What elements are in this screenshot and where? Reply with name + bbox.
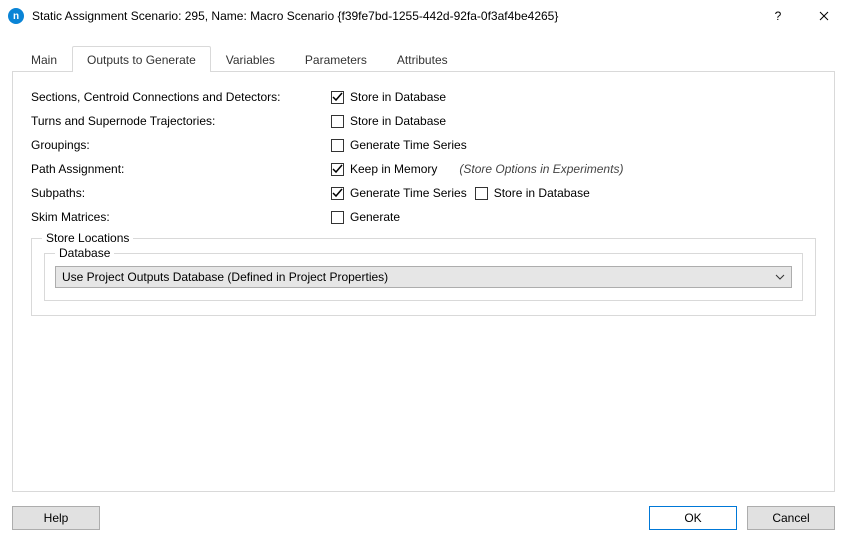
app-icon: n	[8, 8, 24, 24]
ok-button[interactable]: OK	[649, 506, 737, 530]
checkbox-box	[475, 187, 488, 200]
help-icon: ?	[775, 9, 782, 23]
group-store-locations: Store Locations Database Use Project Out…	[31, 238, 816, 316]
client-area: Main Outputs to Generate Variables Param…	[0, 32, 847, 542]
dialog-footer: Help OK Cancel	[12, 506, 835, 530]
checkbox-box	[331, 163, 344, 176]
tab-main[interactable]: Main	[16, 46, 72, 72]
tab-attributes[interactable]: Attributes	[382, 46, 463, 72]
checkbox-subpaths-generate-ts[interactable]: Generate Time Series	[331, 186, 467, 200]
tab-label: Outputs to Generate	[87, 53, 196, 67]
checkbox-box	[331, 139, 344, 152]
checkbox-label: Generate Time Series	[350, 186, 467, 200]
help-button-footer[interactable]: Help	[12, 506, 100, 530]
chevron-down-icon	[775, 272, 785, 282]
check-icon	[332, 92, 343, 103]
check-icon	[332, 188, 343, 199]
checkbox-label: Store in Database	[350, 114, 446, 128]
row-label-path-assignment: Path Assignment:	[31, 162, 331, 176]
checkbox-subpaths-store-db[interactable]: Store in Database	[475, 186, 590, 200]
tab-outputs-to-generate[interactable]: Outputs to Generate	[72, 46, 211, 72]
group-database: Database Use Project Outputs Database (D…	[44, 253, 803, 301]
row-label-groupings: Groupings:	[31, 138, 331, 152]
checkbox-path-keep-memory[interactable]: Keep in Memory	[331, 162, 437, 176]
button-label: Cancel	[772, 511, 809, 525]
tab-parameters[interactable]: Parameters	[290, 46, 382, 72]
checkbox-turns-store-db[interactable]: Store in Database	[331, 114, 446, 128]
combobox-selected: Use Project Outputs Database (Defined in…	[62, 270, 388, 284]
titlebar: n Static Assignment Scenario: 295, Name:…	[0, 0, 847, 32]
checkbox-box	[331, 91, 344, 104]
tab-bar: Main Outputs to Generate Variables Param…	[12, 44, 835, 72]
checkbox-sections-store-db[interactable]: Store in Database	[331, 90, 446, 104]
row-controls-groupings: Generate Time Series	[331, 138, 816, 152]
checkbox-label: Generate Time Series	[350, 138, 467, 152]
window-title: Static Assignment Scenario: 295, Name: M…	[32, 9, 755, 23]
row-controls-skim: Generate	[331, 210, 816, 224]
checkbox-skim-generate[interactable]: Generate	[331, 210, 400, 224]
checkbox-label: Generate	[350, 210, 400, 224]
close-button[interactable]	[801, 0, 847, 32]
path-assignment-note: (Store Options in Experiments)	[459, 162, 623, 176]
checkbox-label: Store in Database	[494, 186, 590, 200]
tab-variables[interactable]: Variables	[211, 46, 290, 72]
database-combobox[interactable]: Use Project Outputs Database (Defined in…	[55, 266, 792, 288]
help-button[interactable]: ?	[755, 0, 801, 32]
checkbox-box	[331, 187, 344, 200]
tab-label: Main	[31, 53, 57, 67]
checkbox-box	[331, 115, 344, 128]
button-label: Help	[44, 511, 69, 525]
row-label-skim: Skim Matrices:	[31, 210, 331, 224]
close-icon	[819, 11, 829, 21]
checkbox-groupings-generate-ts[interactable]: Generate Time Series	[331, 138, 467, 152]
cancel-button[interactable]: Cancel	[747, 506, 835, 530]
check-icon	[332, 164, 343, 175]
tab-label: Attributes	[397, 53, 448, 67]
row-label-sections: Sections, Centroid Connections and Detec…	[31, 90, 331, 104]
output-rows: Sections, Centroid Connections and Detec…	[31, 90, 816, 224]
row-controls-subpaths: Generate Time Series Store in Database	[331, 186, 816, 200]
row-controls-sections: Store in Database	[331, 90, 816, 104]
group-legend-database: Database	[55, 246, 114, 260]
checkbox-label: Store in Database	[350, 90, 446, 104]
checkbox-box	[331, 211, 344, 224]
button-label: OK	[684, 511, 701, 525]
row-controls-path-assignment: Keep in Memory (Store Options in Experim…	[331, 162, 816, 176]
row-controls-turns: Store in Database	[331, 114, 816, 128]
tab-label: Variables	[226, 53, 275, 67]
row-label-turns: Turns and Supernode Trajectories:	[31, 114, 331, 128]
row-label-subpaths: Subpaths:	[31, 186, 331, 200]
checkbox-label: Keep in Memory	[350, 162, 437, 176]
tab-panel-outputs: Sections, Centroid Connections and Detec…	[12, 72, 835, 492]
group-legend-store-locations: Store Locations	[42, 231, 133, 245]
window-controls: ?	[755, 0, 847, 32]
tab-label: Parameters	[305, 53, 367, 67]
